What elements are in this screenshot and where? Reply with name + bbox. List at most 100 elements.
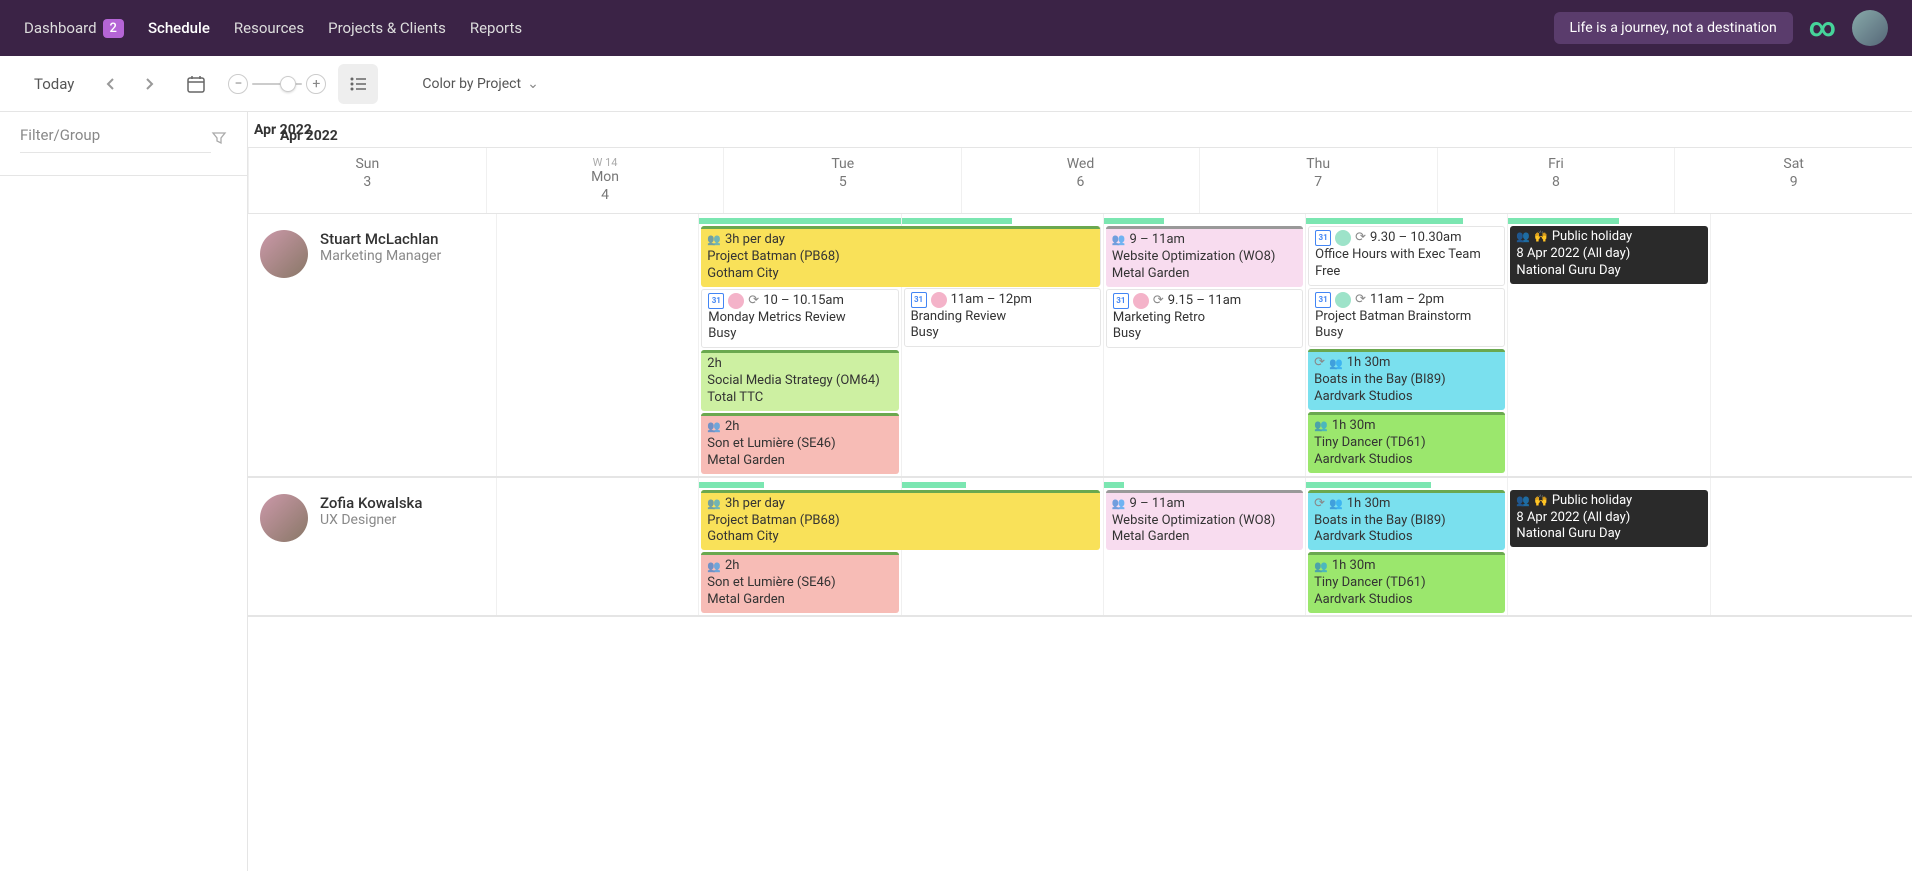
calendar-event[interactable]: 11am – 12pm Branding Review Busy [904,288,1101,348]
zoom-thumb[interactable] [280,76,296,92]
status-dot-icon [728,293,744,309]
day-cell[interactable]: 3h per day Project Batman (PB68) Gotham … [698,224,900,476]
zoom-slider[interactable] [252,83,302,85]
celebrate-icon [1534,230,1548,244]
calendar-event[interactable]: Public holiday 8 Apr 2022 (All day) Nati… [1510,490,1707,548]
infinity-icon[interactable]: ∞ [1809,13,1836,43]
day-cell[interactable] [1710,488,1912,615]
main: Apr 2022 Filter/Group Apr 2022 Sun3W 14M… [0,112,1912,871]
gcal-icon [1315,230,1331,246]
day-column-header: Fri8 [1437,148,1675,213]
capacity-bar [496,478,1912,488]
capacity-bar [496,214,1912,224]
topbar: Dashboard 2 Schedule Resources Projects … [0,0,1912,56]
status-dot-icon [1335,292,1351,308]
day-header-row: Sun3W 14Mon4Tue5Wed6Thu7Fri8Sat9 [248,148,1912,214]
recurring-icon: ⟳ [1314,496,1325,513]
calendar-event[interactable]: ⟳1h 30m Boats in the Bay (BI89) Aardvark… [1308,349,1505,410]
calendar-event[interactable]: 2h Social Media Strategy (OM64) Total TT… [701,350,898,411]
event-grid: 3h per day Project Batman (PB68) Gotham … [496,224,1912,477]
calendar-event[interactable]: 3h per day Project Batman (PB68) Gotham … [701,490,1100,551]
next-arrow-button[interactable] [136,70,164,98]
day-cell[interactable]: Public holiday 8 Apr 2022 (All day) Nati… [1507,224,1709,476]
sidebar: Apr 2022 Filter/Group [0,112,248,871]
nav-resources[interactable]: Resources [234,19,304,37]
calendar-event[interactable]: 9 – 11am Website Optimization (WO8) Meta… [1106,226,1303,287]
people-icon [1314,419,1328,433]
celebrate-icon [1534,494,1548,508]
chevron-right-icon [145,77,155,91]
prev-arrow-button[interactable] [96,70,124,98]
user-avatar[interactable] [1852,10,1888,46]
calendar-event[interactable]: 1h 30m Tiny Dancer (TD61) Aardvark Studi… [1308,412,1505,473]
people-icon [1329,497,1343,511]
gcal-icon [1315,292,1331,308]
list-view-button[interactable] [338,64,378,104]
nav-dashboard-label: Dashboard [24,19,97,37]
calendar-picker-button[interactable] [176,64,216,104]
calendar-event[interactable]: 3h per day Project Batman (PB68) Gotham … [701,226,1100,287]
calendar-event[interactable]: 1h 30m Tiny Dancer (TD61) Aardvark Studi… [1308,552,1505,613]
zoom-out-button[interactable]: − [228,74,248,94]
day-cell[interactable]: ⟳9.30 – 10.30am Office Hours with Exec T… [1305,224,1507,476]
nav-schedule[interactable]: Schedule [148,19,210,37]
calendar-event[interactable]: Public holiday 8 Apr 2022 (All day) Nati… [1510,226,1707,284]
calendar-event[interactable]: ⟳9.30 – 10.30am Office Hours with Exec T… [1308,226,1505,286]
person-cell[interactable]: Zofia Kowalska UX Designer [248,478,496,616]
calendar-icon [186,74,206,94]
calendar-event[interactable]: 2h Son et Lumière (SE46) Metal Garden [701,552,898,613]
filter-input[interactable]: Filter/Group [20,126,211,153]
person-name: Zofia Kowalska [320,494,422,512]
main-nav: Dashboard 2 Schedule Resources Projects … [24,19,522,38]
people-icon [707,233,721,247]
person-name: Stuart McLachlan [320,230,441,248]
people-icon [1329,357,1343,371]
calendar-event[interactable]: ⟳11am – 2pm Project Batman Brainstorm Bu… [1308,288,1505,348]
nav-projects[interactable]: Projects & Clients [328,19,446,37]
day-cell[interactable]: 9 – 11am Website Optimization (WO8) Meta… [1103,224,1305,476]
recurring-icon: ⟳ [1314,355,1325,372]
person-cell[interactable]: Stuart McLachlan Marketing Manager [248,214,496,477]
resource-row: Zofia Kowalska UX Designer 3h per day Pr… [248,478,1912,617]
recurring-icon: ⟳ [748,293,759,310]
calendar-event[interactable]: ⟳1h 30m Boats in the Bay (BI89) Aardvark… [1308,490,1505,551]
nav-dashboard[interactable]: Dashboard 2 [24,19,124,38]
status-dot-icon [1133,293,1149,309]
month-heading: Apr 2022 [248,112,1912,148]
day-cell[interactable]: ⟳1h 30m Boats in the Bay (BI89) Aardvark… [1305,488,1507,615]
color-by-dropdown[interactable]: Color by Project [422,76,538,92]
day-cell[interactable]: 9 – 11am Website Optimization (WO8) Meta… [1103,488,1305,615]
filter-icon[interactable] [211,130,227,150]
nav-reports[interactable]: Reports [470,19,522,37]
resource-row: Stuart McLachlan Marketing Manager 3h pe… [248,214,1912,478]
people-icon [1516,494,1530,508]
calendar-event[interactable]: ⟳9.15 – 11am Marketing Retro Busy [1106,289,1303,349]
day-cell[interactable] [496,224,698,476]
list-icon [349,76,367,92]
people-icon [707,560,721,574]
day-column-header: Wed6 [961,148,1199,213]
day-cell[interactable]: 3h per day Project Batman (PB68) Gotham … [698,488,900,615]
day-cell[interactable] [1710,224,1912,476]
people-icon [1112,497,1126,511]
nav-right: Life is a journey, not a destination ∞ [1554,10,1888,46]
zoom-in-button[interactable]: + [306,74,326,94]
people-icon [1112,233,1126,247]
day-cell[interactable]: Public holiday 8 Apr 2022 (All day) Nati… [1507,488,1709,615]
nav-badge: 2 [103,19,124,38]
calendar-event[interactable]: 9 – 11am Website Optimization (WO8) Meta… [1106,490,1303,551]
day-cell[interactable] [496,488,698,615]
calendar-event[interactable]: 2h Son et Lumière (SE46) Metal Garden [701,413,898,474]
person-role: UX Designer [320,512,422,528]
people-icon [707,420,721,434]
calendar-event[interactable]: ⟳10 – 10.15am Monday Metrics Review Busy [701,289,898,349]
day-column-header: Tue5 [723,148,961,213]
gcal-icon [1113,293,1129,309]
toolbar: Today − + Color by Project [0,56,1912,112]
today-button[interactable]: Today [24,69,84,99]
day-column-header: Sat9 [1674,148,1912,213]
color-by-label: Color by Project [422,76,521,92]
people-icon [707,497,721,511]
people-icon [1314,560,1328,574]
status-dot-icon [1335,230,1351,246]
